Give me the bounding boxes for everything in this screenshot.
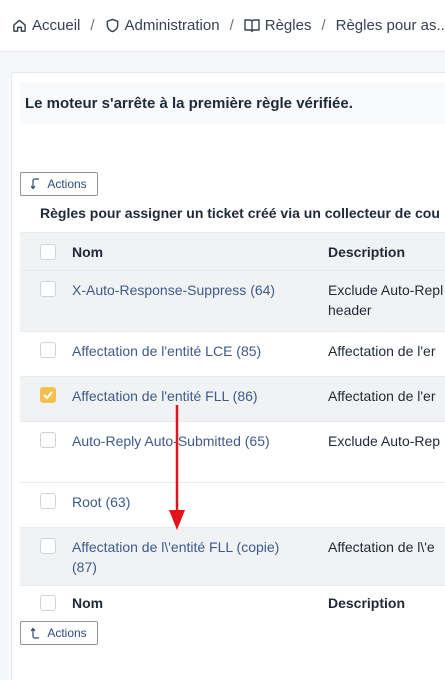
rule-name-link[interactable]: Affectation de l\'entité FLL (copie)	[72, 537, 312, 557]
rule-name-link[interactable]: Affectation de l'entité LCE (85)	[72, 341, 312, 361]
breadcrumb-separator: /	[90, 17, 95, 34]
breadcrumb-label: Règles pour as...	[335, 17, 445, 34]
rule-description: Affectation de l'er	[328, 343, 436, 359]
arrow-turn-down-icon	[31, 178, 41, 190]
column-header-description[interactable]: Description	[328, 244, 405, 260]
home-icon	[12, 18, 27, 33]
column-footer-description[interactable]: Description	[328, 595, 405, 611]
table-row[interactable]: Affectation de l'entité FLL (86) Affecta…	[20, 376, 445, 421]
table-row[interactable]: Root (63)	[20, 482, 445, 527]
table-header-row: Nom Description	[20, 232, 445, 272]
engine-notice: Le moteur s'arrête à la première règle v…	[20, 82, 445, 124]
column-footer-name[interactable]: Nom	[72, 595, 103, 611]
rule-description: Exclude Auto-Rep	[328, 433, 441, 449]
breadcrumb-item-regles[interactable]: Règles	[244, 17, 312, 34]
arrow-turn-up-icon	[31, 627, 41, 639]
breadcrumb-separator: /	[321, 17, 326, 34]
row-checkbox[interactable]	[40, 281, 56, 297]
breadcrumb-item-home[interactable]: Accueil	[12, 17, 80, 34]
table-footer-row: Nom Description	[20, 585, 445, 621]
breadcrumb-label: Administration	[124, 17, 220, 34]
table-row[interactable]: Auto-Reply Auto-Submitted (65) Exclude A…	[20, 421, 445, 482]
breadcrumb: Accueil / Administration / Règles / Règl…	[0, 0, 445, 52]
rule-name-link[interactable]: Root (63)	[72, 492, 312, 512]
rule-description: Exclude Auto-Repl	[328, 282, 444, 298]
rule-description: Affectation de l'er	[328, 388, 436, 404]
actions-label: Actions	[47, 177, 87, 191]
table-row[interactable]: Affectation de l\'entité FLL (copie) (87…	[20, 527, 445, 585]
breadcrumb-label: Accueil	[32, 17, 81, 34]
row-checkbox[interactable]	[40, 432, 56, 448]
rule-name-link[interactable]: Affectation de l'entité FLL (86)	[72, 386, 312, 406]
row-checkbox[interactable]	[40, 538, 56, 554]
row-checkbox[interactable]	[40, 493, 56, 509]
actions-button-bottom[interactable]: Actions	[20, 621, 98, 645]
row-checkbox[interactable]	[40, 342, 56, 358]
check-icon	[43, 391, 53, 400]
breadcrumb-item-current[interactable]: Règles pour as...	[336, 17, 445, 34]
column-header-name[interactable]: Nom	[72, 244, 103, 260]
table-title: Règles pour assigner un ticket créé via …	[40, 205, 440, 221]
rule-name-link[interactable]: Auto-Reply Auto-Submitted (65)	[72, 431, 312, 451]
table-row[interactable]: X-Auto-Response-Suppress (64) Exclude Au…	[20, 270, 445, 331]
shield-icon	[105, 18, 120, 33]
breadcrumb-label: Règles	[264, 17, 312, 34]
row-checkbox[interactable]	[40, 387, 56, 403]
select-all-checkbox-footer[interactable]	[40, 595, 56, 611]
rule-name-link[interactable]: X-Auto-Response-Suppress (64)	[72, 280, 312, 300]
rule-description: Affectation de l\'e	[328, 539, 435, 555]
actions-label: Actions	[47, 626, 87, 640]
breadcrumb-separator: /	[229, 17, 234, 34]
table-row[interactable]: Affectation de l'entité LCE (85) Affecta…	[20, 331, 445, 376]
actions-button-top[interactable]: Actions	[20, 172, 98, 196]
rule-description: header	[328, 302, 372, 318]
rule-name-link[interactable]: (87)	[72, 557, 312, 577]
breadcrumb-item-administration[interactable]: Administration	[105, 17, 220, 34]
book-icon	[244, 18, 260, 33]
select-all-checkbox[interactable]	[40, 244, 56, 260]
